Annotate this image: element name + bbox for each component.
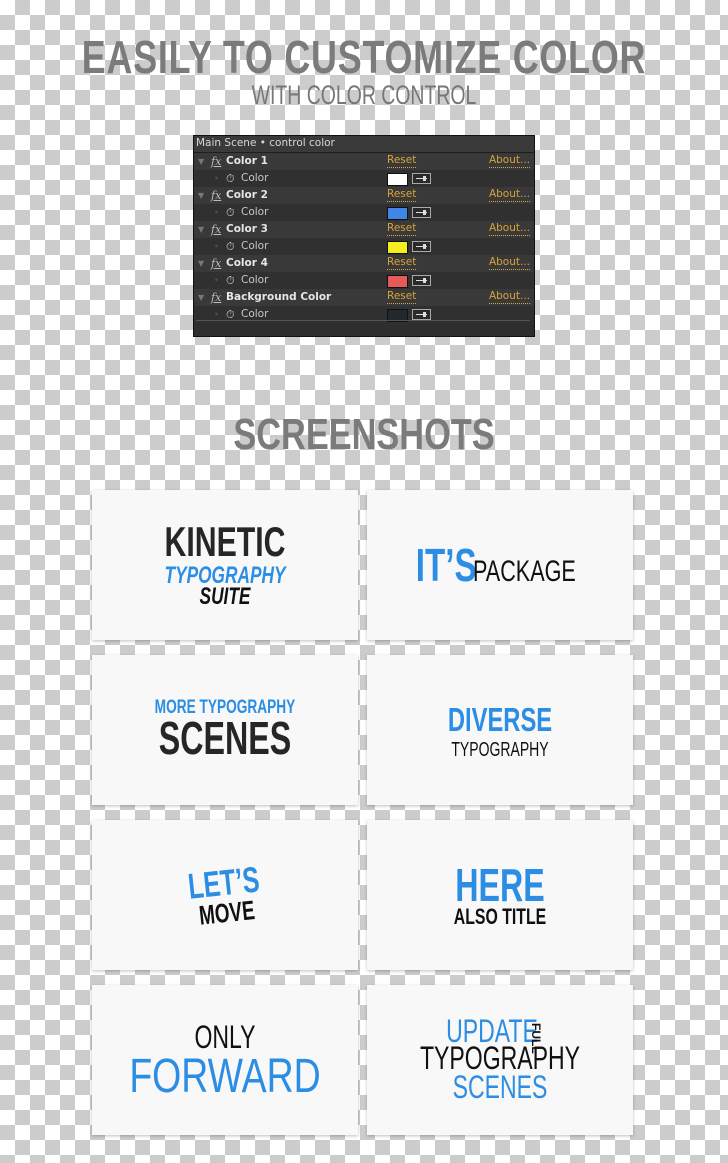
card-text: IT’S bbox=[415, 539, 477, 591]
effect-name: Color 3 bbox=[226, 223, 268, 235]
keyframe-nav-icon: • bbox=[214, 174, 219, 183]
color-swatch[interactable] bbox=[387, 275, 408, 288]
about-link[interactable]: About... bbox=[488, 255, 530, 270]
screenshot-card-more-scenes: MORE TYPOGRAPHY SCENES bbox=[92, 655, 358, 805]
stopwatch-icon[interactable]: ⏱ bbox=[226, 238, 235, 255]
color-property-row: • ⏱ Color bbox=[194, 170, 534, 187]
page-title: EASILY TO CUSTOMIZE COLOR bbox=[81, 31, 647, 83]
about-link[interactable]: About... bbox=[488, 153, 530, 168]
property-label: Color bbox=[241, 240, 269, 252]
card-text: SCENES bbox=[452, 1069, 548, 1105]
card-text: PACKAGE bbox=[473, 555, 577, 588]
stopwatch-icon[interactable]: ⏱ bbox=[226, 272, 235, 289]
about-link[interactable]: About... bbox=[488, 289, 530, 304]
fx-icon[interactable]: fx bbox=[211, 255, 221, 272]
color-swatch[interactable] bbox=[387, 173, 408, 186]
fx-icon[interactable]: fx bbox=[211, 187, 221, 204]
effect-name: Color 1 bbox=[226, 155, 268, 167]
effect-row-color-4[interactable]: ▼ fx Color 4 Reset About... bbox=[194, 255, 534, 272]
effect-name: Color 2 bbox=[226, 189, 268, 201]
panel-divider bbox=[196, 320, 530, 321]
effect-row-color-3[interactable]: ▼ fx Color 3 Reset About... bbox=[194, 221, 534, 238]
eyedropper-icon[interactable] bbox=[412, 207, 431, 218]
keyframe-nav-icon: • bbox=[214, 208, 219, 217]
color-property-row: • ⏱ Color bbox=[194, 238, 534, 255]
effect-controls-panel: Main Scene • control color ▼ fx Color 1 … bbox=[193, 135, 535, 337]
effect-row-color-2[interactable]: ▼ fx Color 2 Reset About... bbox=[194, 187, 534, 204]
color-swatch[interactable] bbox=[387, 241, 408, 254]
fx-icon[interactable]: fx bbox=[211, 221, 221, 238]
eyedropper-icon[interactable] bbox=[412, 309, 431, 320]
effect-name: Background Color bbox=[226, 291, 332, 303]
reset-link[interactable]: Reset bbox=[387, 221, 417, 236]
property-label: Color bbox=[241, 274, 269, 286]
screenshot-card-package: IT’S PACKAGE bbox=[367, 490, 633, 640]
about-link[interactable]: About... bbox=[488, 187, 530, 202]
effect-row-background-color[interactable]: ▼ fx Background Color Reset About... bbox=[194, 289, 534, 306]
screenshot-card-here: HERE ALSO TITLE bbox=[367, 820, 633, 970]
screenshot-card-only-forward: ONLY FORWARD bbox=[92, 985, 358, 1135]
color-property-row: • ⏱ Color bbox=[194, 272, 534, 289]
color-swatch[interactable] bbox=[387, 207, 408, 220]
triangle-down-icon[interactable]: ▼ bbox=[198, 255, 204, 272]
reset-link[interactable]: Reset bbox=[387, 153, 417, 168]
triangle-down-icon[interactable]: ▼ bbox=[198, 187, 204, 204]
card-text: DIVERSE bbox=[447, 701, 553, 738]
triangle-down-icon[interactable]: ▼ bbox=[198, 153, 204, 170]
property-label: Color bbox=[241, 206, 269, 218]
stopwatch-icon[interactable]: ⏱ bbox=[226, 204, 235, 221]
reset-link[interactable]: Reset bbox=[387, 255, 417, 270]
screenshot-card-lets-move: LET’S MOVE bbox=[92, 820, 358, 970]
eyedropper-icon[interactable] bbox=[412, 173, 431, 184]
property-label: Color bbox=[241, 172, 269, 184]
fx-icon[interactable]: fx bbox=[211, 153, 221, 170]
triangle-down-icon[interactable]: ▼ bbox=[198, 289, 204, 306]
reset-link[interactable]: Reset bbox=[387, 187, 417, 202]
effect-name: Color 4 bbox=[226, 257, 268, 269]
card-text: SCENES bbox=[158, 712, 292, 764]
screenshot-card-update: UPDATE FULL TYPOGRAPHY SCENES bbox=[367, 985, 633, 1135]
screenshot-card-kinetic: KINETIC TYPOGRAPHY SUITE bbox=[92, 490, 358, 640]
card-text: SUITE bbox=[199, 583, 251, 610]
stopwatch-icon[interactable]: ⏱ bbox=[226, 170, 235, 187]
triangle-down-icon[interactable]: ▼ bbox=[198, 221, 204, 238]
fx-icon[interactable]: fx bbox=[211, 289, 221, 306]
eyedropper-icon[interactable] bbox=[412, 241, 431, 252]
card-text: TYPOGRAPHY bbox=[451, 739, 549, 761]
panel-title: Main Scene • control color bbox=[194, 136, 534, 153]
screenshots-title: SCREENSHOTS bbox=[233, 410, 495, 459]
page-subtitle: WITH COLOR CONTROL bbox=[251, 80, 477, 110]
color-property-row: • ⏱ Color bbox=[194, 204, 534, 221]
about-link[interactable]: About... bbox=[488, 221, 530, 236]
reset-link[interactable]: Reset bbox=[387, 289, 417, 304]
card-text: KINETIC bbox=[164, 518, 286, 565]
screenshot-card-diverse: DIVERSE TYPOGRAPHY bbox=[367, 655, 633, 805]
card-text: FORWARD bbox=[129, 1050, 321, 1103]
card-text: ALSO TITLE bbox=[453, 904, 547, 929]
eyedropper-icon[interactable] bbox=[412, 275, 431, 286]
effect-row-color-1[interactable]: ▼ fx Color 1 Reset About... bbox=[194, 153, 534, 170]
keyframe-nav-icon: • bbox=[214, 242, 219, 251]
keyframe-nav-icon: • bbox=[214, 276, 219, 285]
